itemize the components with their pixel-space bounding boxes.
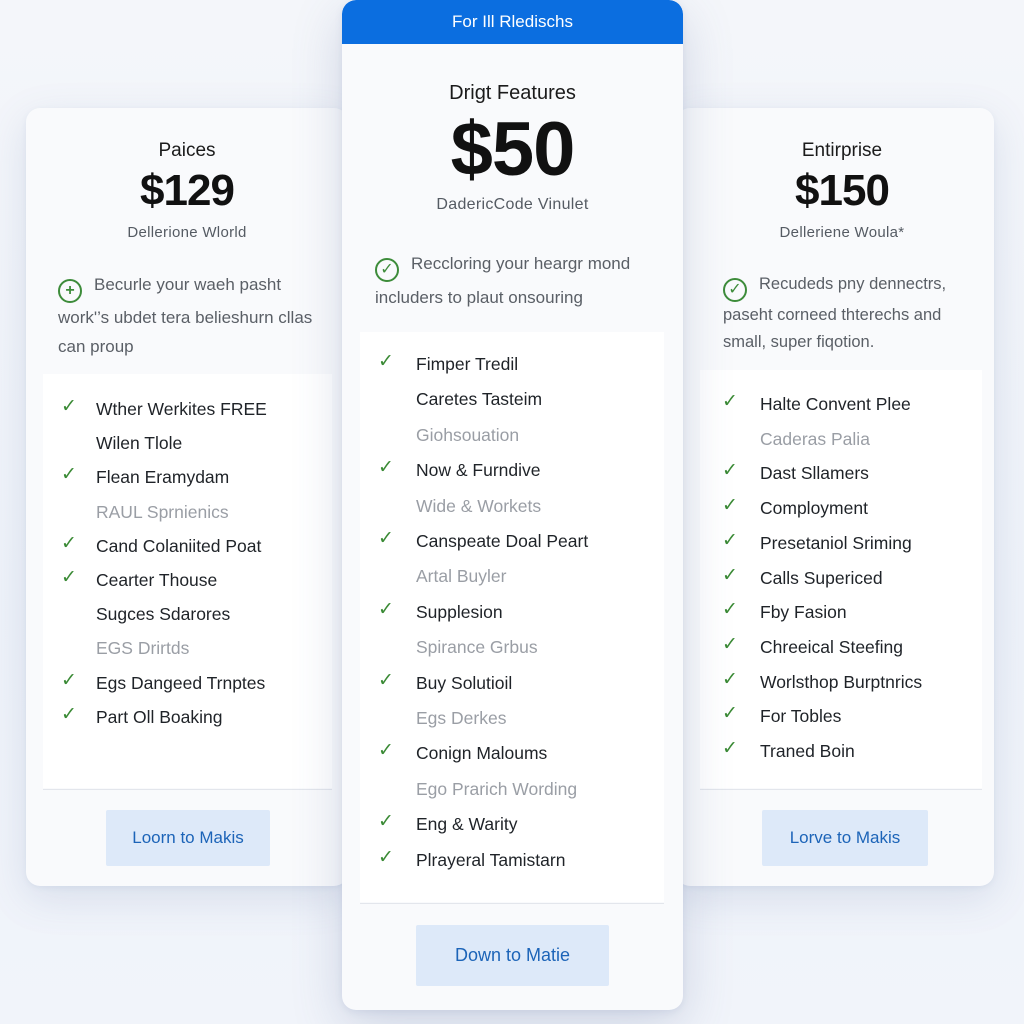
plan-summary: + Becurle your waeh pasht work'’s ubdet t… [58, 270, 348, 361]
feature-label: Comployment [760, 498, 868, 519]
feature-label: RAUL Sprnienics [96, 501, 229, 522]
plan-summary: ✓ Reccloring your heargr mond includers t… [375, 248, 675, 313]
feature-label: Artal Buyler [416, 566, 507, 587]
feature-label: Worlsthop Burptnrics [760, 671, 923, 692]
plus-circle-icon: + [58, 278, 82, 303]
feature-label: Cearter Thouse [96, 570, 218, 590]
feature-label: Giohsouation [416, 424, 520, 445]
check-icon: ✓ [61, 396, 77, 417]
check-icon: ✓ [722, 599, 738, 621]
feature-label: Eng & Warity [416, 814, 518, 835]
learn-more-button[interactable]: Loorn to Makis [106, 810, 270, 866]
plan-price: $129 [140, 166, 235, 215]
feature-label: Supplesion [416, 601, 503, 622]
check-icon: ✓ [722, 460, 738, 482]
feature-label: Wilen Tlole [96, 433, 183, 454]
check-icon: ✓ [61, 532, 77, 554]
check-icon: ✓ [722, 495, 738, 517]
feature-label: Dast Sllamers [760, 463, 869, 484]
pricing-card-left: Paices $129 Dellerione Wlorld + Becurle y… [26, 108, 348, 886]
check-icon: ✓ [378, 528, 394, 549]
check-icon: ✓ [378, 740, 394, 762]
feature-label: Flean Eramydam [96, 467, 230, 488]
learn-more-button[interactable]: Down to Matie [416, 925, 609, 986]
check-icon: ✓ [378, 811, 394, 833]
plan-tagline: Dellerione Wlorld [127, 224, 247, 241]
summary-text: paseht corneed thterechs and [723, 305, 942, 324]
check-icon: ✓ [722, 738, 738, 759]
feature-label: Calls Supericed [760, 567, 883, 588]
summary-text: Becurle your waeh pasht [94, 275, 282, 294]
feature-label: EGS Drirtds [96, 638, 190, 659]
feature-label: For Tobles [760, 706, 842, 727]
feature-label: Wther Werkites FREE [96, 399, 267, 419]
feature-list: ✓ Halte Convent Plee Caderas Palia ✓ Dast Sl… [700, 370, 982, 788]
feature-label: Sugces Sdarores [96, 604, 231, 625]
summary-text: can proup [58, 336, 134, 356]
feature-label: Caretes Tasteim [416, 389, 543, 410]
check-icon: ✓ [378, 598, 394, 620]
pricing-card-right: Entirprise $150 Delleriene Woula* ✓ Recud… [676, 108, 994, 886]
check-circle-icon: ✓ [723, 277, 747, 302]
check-icon: ✓ [722, 529, 738, 551]
feature-label: Fby Fasion [760, 602, 847, 623]
feature-label: Egs Dangeed Trnptes [96, 672, 266, 693]
plan-name: Drigt Features [449, 82, 576, 104]
check-icon: ✓ [722, 391, 738, 412]
feature-label: Cand Colaniited Poat [96, 535, 262, 556]
summary-text: work'’s ubdet tera belieshurn cllas [58, 307, 313, 327]
feature-label: Traned Boin [760, 741, 855, 761]
divider [700, 789, 982, 790]
featured-banner: For Ill Rledischs [342, 0, 683, 44]
check-icon: ✓ [722, 564, 738, 586]
divider [43, 789, 332, 790]
check-icon: ✓ [61, 464, 77, 486]
feature-label: Spirance Grbus [416, 637, 538, 658]
check-icon: ✓ [378, 669, 394, 691]
check-icon: ✓ [378, 351, 394, 372]
learn-more-button[interactable]: Lorve to Makis [762, 810, 928, 866]
feature-label: Plrayeral Tamistarn [416, 849, 566, 870]
check-circle-icon: ✓ [375, 257, 399, 282]
feature-list: ✓ Wther Werkites FREE Wilen Tlole ✓ Flean Er… [43, 374, 332, 788]
feature-label: Canspeate Doal Peart [416, 531, 589, 551]
check-icon: ✓ [722, 703, 738, 725]
summary-text: small, super fiqotion. [723, 332, 875, 351]
plan-price: $50 [450, 107, 576, 192]
feature-label: Part Oll Boaking [96, 706, 223, 727]
feature-label: Ego Prarich Wording [416, 778, 578, 799]
feature-label: Egs Derkes [416, 708, 507, 728]
plan-name: Entirprise [801, 140, 883, 161]
check-icon: ✓ [61, 703, 77, 725]
check-icon: ✓ [61, 669, 77, 691]
feature-list: ✓ Fimper Tredil Caretes Tasteim Giohsouatio… [360, 332, 664, 902]
plan-name: Paices [158, 140, 216, 161]
summary-text: includers to plaut onsouring [375, 287, 583, 307]
plan-summary: ✓ Recudeds pny dennectrs, paseht corneed … [723, 271, 993, 356]
divider [360, 903, 664, 904]
plan-price: $150 [795, 166, 890, 215]
feature-label: Chreeical Steefing [760, 636, 903, 657]
plan-tagline: DadericCode Vinulet [436, 196, 589, 213]
feature-label: Halte Convent Plee [760, 394, 911, 414]
summary-text: Recudeds pny dennectrs, [759, 275, 947, 293]
check-icon: ✓ [722, 668, 738, 690]
feature-label: Presetaniol Sriming [760, 532, 912, 553]
plan-tagline: Delleriene Woula* [779, 224, 905, 241]
feature-label: Fimper Tredil [416, 354, 519, 374]
pricing-card-featured: For Ill Rledischs Drigt Features $50 Dad… [342, 0, 683, 1010]
summary-text: Reccloring your heargr mond [411, 254, 631, 273]
feature-label: Buy Solutioil [416, 672, 513, 693]
check-icon: ✓ [378, 457, 394, 479]
check-icon: ✓ [378, 846, 394, 868]
feature-label: Caderas Palia [760, 428, 870, 449]
check-icon: ✓ [722, 633, 738, 655]
check-icon: ✓ [61, 567, 77, 588]
feature-label: Conign Maloums [416, 743, 548, 764]
feature-label: Wide & Workets [416, 495, 542, 516]
feature-label: Now & Furndive [416, 460, 541, 481]
